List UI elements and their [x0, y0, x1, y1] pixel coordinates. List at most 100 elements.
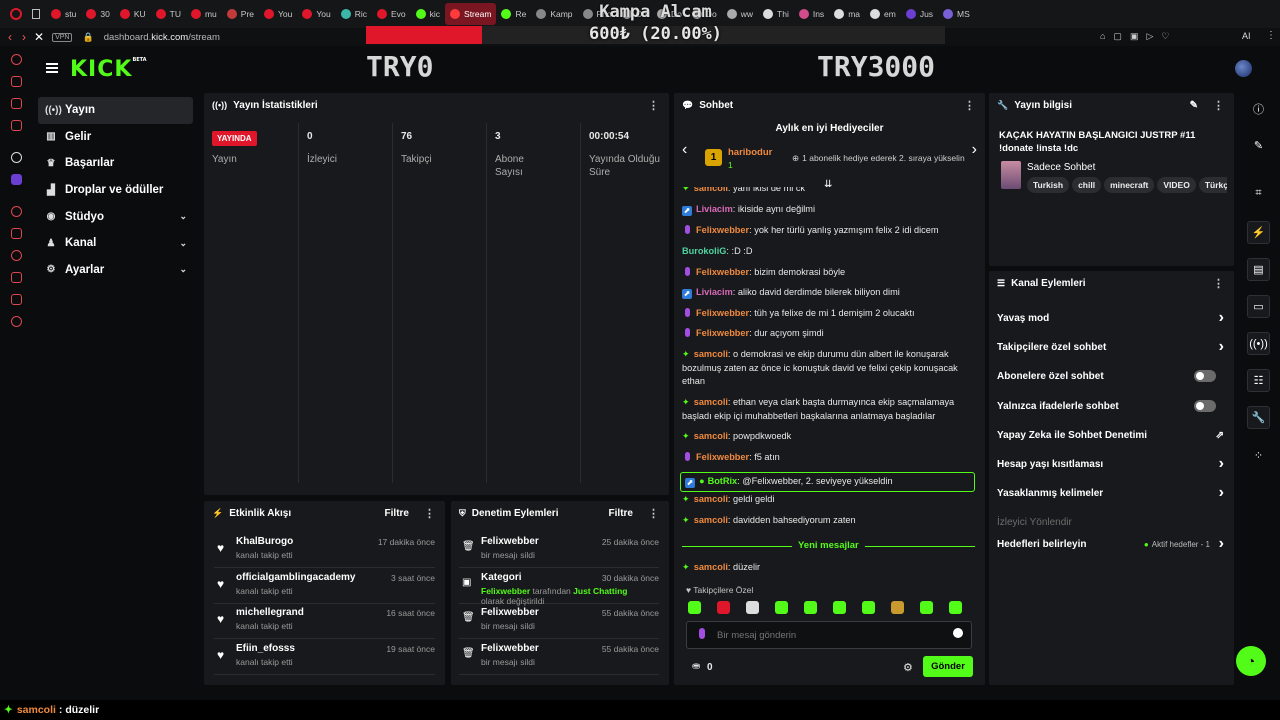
- chat-username[interactable]: Felixwebber: [696, 225, 749, 235]
- chat-username[interactable]: Felixwebber: [696, 308, 749, 318]
- chevron-right-icon[interactable]: ›: [1219, 535, 1224, 553]
- stream-tag[interactable]: chill: [1072, 177, 1102, 193]
- server-icon[interactable]: ☷: [1247, 369, 1270, 392]
- sidebar-item-5[interactable]: ♟ Kanal ⌄: [38, 230, 193, 257]
- emote-icon[interactable]: [862, 601, 875, 614]
- channel-action-5[interactable]: Hesap yaşı kısıtlaması ›: [997, 450, 1224, 478]
- chat-icon[interactable]: ▭: [1247, 295, 1270, 318]
- chevron-right-icon[interactable]: ›: [1219, 338, 1224, 356]
- category-name[interactable]: Sadece Sohbet: [1027, 162, 1095, 173]
- rail-download-icon[interactable]: [11, 272, 22, 283]
- browser-tab[interactable]: You: [297, 3, 335, 25]
- crop-icon[interactable]: ⌗: [1247, 182, 1270, 205]
- hamburger-menu-icon[interactable]: [46, 63, 58, 73]
- chat-username[interactable]: samcoli: [694, 397, 728, 407]
- vpn-badge[interactable]: VPN: [52, 32, 73, 42]
- close-icon[interactable]: ✕: [34, 30, 44, 44]
- toggle-switch[interactable]: [1194, 400, 1216, 412]
- more-options-icon[interactable]: ⋮: [424, 507, 435, 520]
- wrench-icon[interactable]: 🔧: [1247, 406, 1270, 429]
- emoji-icon[interactable]: [953, 628, 963, 638]
- activity-user[interactable]: officialgamblingacademy: [236, 572, 355, 583]
- emote-icon[interactable]: [804, 601, 817, 614]
- chat-username[interactable]: samcoli: [694, 187, 728, 193]
- back-icon[interactable]: ‹: [8, 30, 12, 44]
- rail-settings-icon[interactable]: [11, 152, 22, 163]
- emote-icon[interactable]: [920, 601, 933, 614]
- browser-tab[interactable]: You: [259, 3, 297, 25]
- rail-box-icon[interactable]: [11, 294, 22, 305]
- browser-tab[interactable]: 30: [81, 3, 114, 25]
- chat-username[interactable]: BotRix: [708, 476, 738, 486]
- points-icon[interactable]: ⛂: [692, 661, 700, 672]
- external-link-icon[interactable]: ⇗: [1216, 430, 1224, 441]
- browser-tab[interactable]: KU: [115, 3, 151, 25]
- sidebar-item-4[interactable]: ◉ Stüdyo ⌄: [38, 203, 193, 230]
- more-options-icon[interactable]: ⋮: [648, 507, 659, 520]
- emote-icon[interactable]: [775, 601, 788, 614]
- moderation-actor[interactable]: Kategori: [481, 572, 522, 583]
- browser-tab[interactable]: Pre: [222, 3, 259, 25]
- emote-icon[interactable]: [891, 601, 904, 614]
- rail-history-icon[interactable]: [11, 250, 22, 261]
- filter-button[interactable]: Filtre: [609, 508, 633, 519]
- kick-logo[interactable]: KICKBETA: [70, 57, 147, 82]
- moderation-actor[interactable]: Felixwebber: [481, 643, 539, 654]
- rail-play-icon[interactable]: [11, 206, 22, 217]
- info-icon[interactable]: ⓘ: [1247, 97, 1270, 120]
- chat-username[interactable]: Felixwebber: [696, 452, 749, 462]
- rail-chat-icon[interactable]: [11, 76, 22, 87]
- chevron-right-icon[interactable]: ›: [1219, 309, 1224, 327]
- notes-icon[interactable]: ▤: [1247, 258, 1270, 281]
- prev-gifter-icon[interactable]: ‹: [682, 141, 687, 159]
- chevron-right-icon[interactable]: ›: [1219, 455, 1224, 473]
- channel-action-4[interactable]: Yapay Zeka ile Sohbet Denetimi ⇗: [997, 421, 1224, 449]
- url-field[interactable]: dashboard.kick.com/stream: [104, 32, 220, 43]
- more-options-icon[interactable]: ⋮: [648, 99, 659, 112]
- stream-tag[interactable]: VIDEO: [1157, 177, 1196, 193]
- next-gifter-icon[interactable]: ›: [972, 141, 977, 159]
- sidebar-item-2[interactable]: ♛ Başarılar: [38, 150, 193, 177]
- browser-tab[interactable]: TU: [151, 3, 186, 25]
- more-options-icon[interactable]: ⋮: [964, 99, 975, 112]
- pencil-icon[interactable]: ✎: [1247, 134, 1270, 157]
- rail-message-icon[interactable]: [11, 98, 22, 109]
- chat-username[interactable]: samcoli: [694, 431, 728, 441]
- browser-tab[interactable]: stu: [46, 3, 81, 25]
- sidebar-item-0[interactable]: ((•)) Yayın: [38, 97, 193, 124]
- chat-username[interactable]: Felixwebber: [696, 267, 749, 277]
- chat-username[interactable]: samcoli: [694, 494, 728, 504]
- edit-icon[interactable]: ✎: [1190, 100, 1198, 111]
- send-button[interactable]: Gönder: [923, 656, 973, 677]
- sidebar-item-3[interactable]: ▟ Droplar ve ödüller: [38, 177, 193, 204]
- emote-icon[interactable]: [717, 601, 730, 614]
- chat-username[interactable]: Felixwebber: [696, 328, 749, 338]
- ai-button[interactable]: AI: [1242, 31, 1251, 41]
- chat-username[interactable]: Liviacim: [696, 287, 733, 297]
- activity-user[interactable]: Efiin_efosss: [236, 643, 295, 654]
- stream-tag[interactable]: minecraft: [1104, 177, 1155, 193]
- stream-tag[interactable]: Turkish: [1027, 177, 1070, 193]
- message-input[interactable]: [717, 628, 937, 643]
- chat-username[interactable]: Liviacim: [696, 204, 733, 214]
- more-options-icon[interactable]: ⋮: [1213, 99, 1224, 112]
- more-options-icon[interactable]: ⋮: [1213, 277, 1224, 290]
- sidebar-item-1[interactable]: ▥ Gelir: [38, 124, 193, 151]
- rail-purple-app-icon[interactable]: [11, 174, 22, 185]
- channel-action-1[interactable]: Takipçilere özel sohbet ›: [997, 333, 1224, 361]
- toggle-switch[interactable]: [1194, 370, 1216, 382]
- chevron-down-icon[interactable]: ⌄: [179, 238, 187, 249]
- page-icon[interactable]: [32, 9, 40, 19]
- chat-input[interactable]: [686, 621, 972, 649]
- activity-user[interactable]: KhalBurogo: [236, 536, 293, 547]
- filter-button[interactable]: Filtre: [385, 508, 409, 519]
- opera-icon[interactable]: [10, 8, 22, 20]
- moderation-actor[interactable]: Felixwebber: [481, 536, 539, 547]
- moderation-actor[interactable]: Felixwebber: [481, 607, 539, 618]
- top-gifter-name[interactable]: haribodur: [728, 147, 772, 158]
- menu-icon[interactable]: ⋮: [1266, 30, 1276, 41]
- stream-tag[interactable]: Türkç: [1198, 177, 1227, 193]
- channel-action-0[interactable]: Yavaş mod ›: [997, 304, 1224, 332]
- rail-grid-icon[interactable]: [11, 228, 22, 239]
- emote-icon[interactable]: [949, 601, 962, 614]
